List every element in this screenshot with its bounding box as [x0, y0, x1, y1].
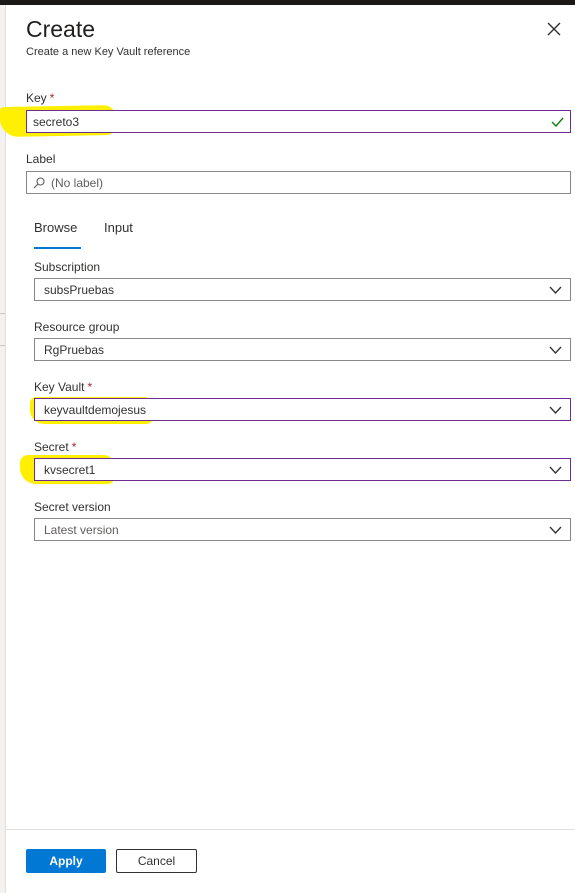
- key-vault-value: keyvaultdemojesus: [44, 403, 147, 417]
- chevron-down-icon: [549, 526, 562, 534]
- footer-divider: [6, 829, 575, 830]
- resource-group-label: Resource group: [34, 320, 120, 334]
- label-placeholder: (No label): [51, 176, 104, 190]
- secret-label: Secret *: [34, 440, 77, 454]
- chevron-down-icon: [549, 286, 562, 294]
- subscription-label: Subscription: [34, 260, 101, 274]
- apply-button[interactable]: Apply: [26, 849, 106, 873]
- close-icon[interactable]: [545, 20, 563, 38]
- search-icon: [33, 177, 45, 189]
- secret-dropdown[interactable]: kvsecret1: [34, 458, 571, 481]
- create-panel: Create Create a new Key Vault reference …: [0, 5, 575, 893]
- secret-version-label: Secret version: [34, 500, 111, 514]
- label-label: Label: [26, 152, 56, 166]
- tab-browse-underline: [34, 247, 81, 249]
- subscription-value: subsPruebas: [44, 283, 115, 297]
- label-search-field[interactable]: (No label): [26, 171, 571, 194]
- panel-title: Create: [26, 16, 96, 42]
- secret-version-value: Latest version: [44, 523, 119, 537]
- subscription-dropdown[interactable]: subsPruebas: [34, 278, 571, 301]
- tab-browse[interactable]: Browse: [34, 220, 77, 235]
- key-input[interactable]: secreto3: [26, 110, 571, 133]
- chevron-down-icon: [549, 346, 562, 354]
- resource-group-dropdown[interactable]: RgPruebas: [34, 338, 571, 361]
- blade-divider: [0, 345, 5, 346]
- resource-group-value: RgPruebas: [44, 343, 105, 357]
- blade-divider: [0, 313, 5, 314]
- secret-value: kvsecret1: [44, 463, 96, 477]
- cancel-button[interactable]: Cancel: [116, 849, 197, 873]
- key-vault-label: Key Vault *: [34, 380, 93, 394]
- panel-subtitle: Create a new Key Vault reference: [26, 46, 191, 58]
- chevron-down-icon: [549, 466, 562, 474]
- tab-input[interactable]: Input: [104, 220, 133, 235]
- checkmark-icon: [551, 117, 564, 128]
- key-input-value: secreto3: [33, 115, 80, 129]
- chevron-down-icon: [549, 406, 562, 414]
- secret-version-dropdown[interactable]: Latest version: [34, 518, 571, 541]
- key-vault-dropdown[interactable]: keyvaultdemojesus: [34, 398, 571, 421]
- key-label: Key *: [26, 91, 55, 105]
